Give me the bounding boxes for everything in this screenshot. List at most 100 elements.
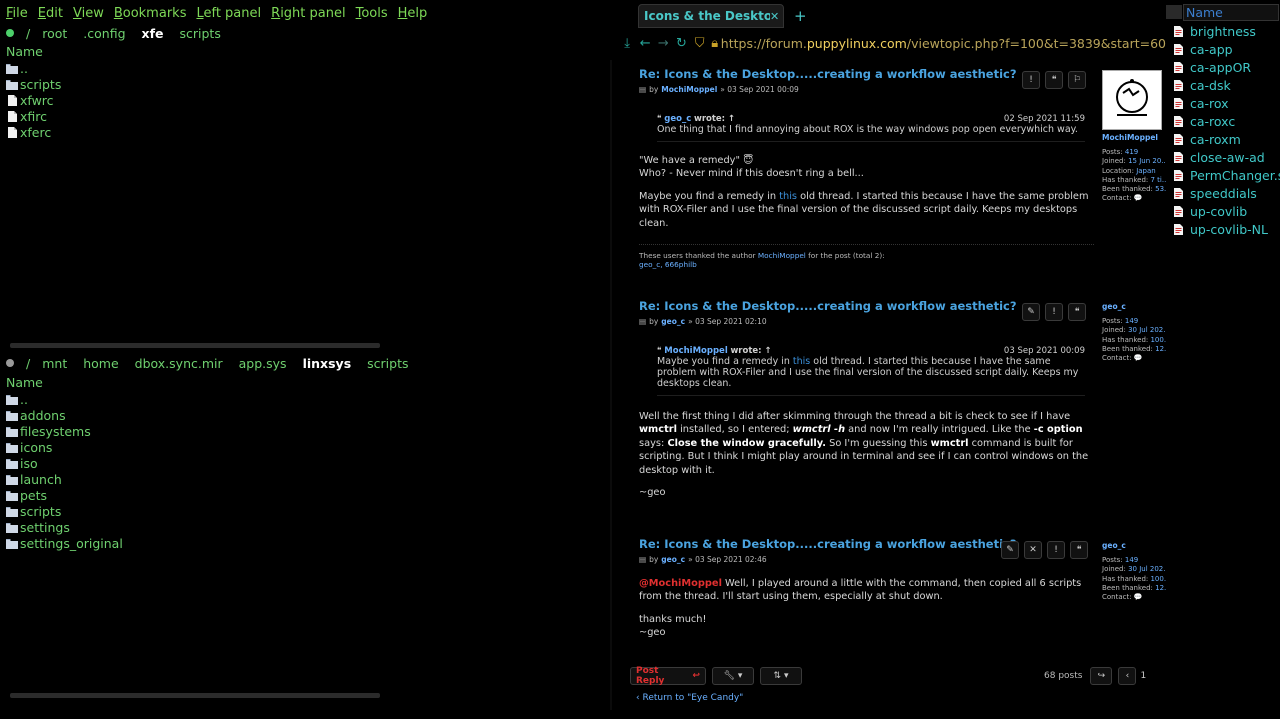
file-list-item[interactable]: ..: [6, 391, 123, 407]
profile-field: Been thanked: 53...: [1102, 185, 1166, 194]
menu-view[interactable]: View: [69, 6, 108, 21]
profile-name[interactable]: MochiMoppel: [1102, 133, 1166, 142]
quote-author[interactable]: geo_c: [664, 114, 691, 124]
forward-icon[interactable]: →: [654, 36, 672, 51]
file-list-item[interactable]: ca-roxm: [1172, 130, 1280, 148]
file-list-item[interactable]: xferc: [6, 124, 61, 140]
prev-page-icon[interactable]: ‹: [1118, 667, 1137, 685]
file-name: PermChanger.sh: [1190, 167, 1280, 183]
file-list-item[interactable]: ca-rox: [1172, 94, 1280, 112]
page-number[interactable]: 1: [1140, 671, 1146, 681]
breadcrumb-item[interactable]: home: [83, 356, 118, 371]
file-list-item[interactable]: PermChanger.sh: [1172, 166, 1280, 184]
report-icon[interactable]: !: [1047, 541, 1065, 559]
file-list-item[interactable]: xfwrc: [6, 92, 61, 108]
file-list-item[interactable]: iso: [6, 455, 123, 471]
file-list-item[interactable]: ca-app: [1172, 40, 1280, 58]
script-file-icon: [1172, 205, 1184, 217]
breadcrumb-item[interactable]: /: [26, 26, 30, 41]
post-author[interactable]: geo_c: [661, 317, 685, 326]
breadcrumb-item[interactable]: mnt: [42, 356, 67, 371]
back-icon[interactable]: ←: [636, 36, 654, 51]
menu-left-panel[interactable]: Left panel: [192, 6, 265, 21]
menu-file[interactable]: File: [2, 6, 32, 21]
delete-icon[interactable]: ✕: [1024, 541, 1042, 559]
breadcrumb-item[interactable]: scripts: [180, 26, 221, 41]
report-icon[interactable]: !: [1022, 71, 1040, 89]
report-icon[interactable]: !: [1045, 303, 1063, 321]
file-list-item[interactable]: pets: [6, 487, 123, 503]
menu-edit[interactable]: Edit: [34, 6, 67, 21]
top-panel-breadcrumb: / root .config xfe scripts: [0, 23, 600, 43]
quote-icon: ❝: [657, 113, 662, 124]
thread-link[interactable]: this: [779, 191, 797, 202]
breadcrumb-item[interactable]: /: [26, 356, 30, 371]
post-reply-button[interactable]: Post Reply ↩: [630, 666, 706, 686]
post-author[interactable]: geo_c: [661, 555, 685, 564]
edit-icon[interactable]: ✎: [1001, 541, 1019, 559]
column-name[interactable]: Name: [1183, 3, 1279, 21]
panel-splitter[interactable]: [610, 60, 612, 710]
reload-icon[interactable]: ↻: [672, 36, 690, 51]
return-link[interactable]: ‹ Return to "Eye Candy": [636, 693, 743, 703]
forum-post: Re: Icons & the Desktop.....creating a w…: [639, 299, 1094, 500]
new-tab-icon[interactable]: +: [794, 7, 807, 25]
quote-button-icon[interactable]: ❝: [1045, 71, 1063, 89]
select-column[interactable]: [1166, 5, 1182, 19]
menu-help[interactable]: Help: [394, 6, 432, 21]
file-list-item[interactable]: ..: [6, 60, 61, 76]
file-list-item[interactable]: close-aw-ad: [1172, 148, 1280, 166]
close-icon[interactable]: ✕: [770, 10, 779, 23]
download-icon[interactable]: ⤓: [618, 36, 636, 51]
breadcrumb-item[interactable]: root: [42, 26, 67, 41]
mention[interactable]: @MochiMoppel: [639, 578, 722, 589]
file-list-item[interactable]: settings_original: [6, 535, 123, 551]
url-bar[interactable]: https://forum.puppylinux.com/viewtopic.p…: [721, 36, 1166, 51]
file-list-item[interactable]: addons: [6, 407, 123, 423]
breadcrumb-item[interactable]: scripts: [367, 356, 408, 371]
thanks-users[interactable]: geo_c, 666philb: [639, 260, 697, 269]
file-list-item[interactable]: scripts: [6, 503, 123, 519]
edit-icon[interactable]: ✎: [1022, 303, 1040, 321]
file-list-item[interactable]: speeddials: [1172, 184, 1280, 202]
sort-dropdown[interactable]: ⇅ ▾: [760, 667, 802, 685]
quote-button-icon[interactable]: ❝: [1068, 303, 1086, 321]
quote-button-icon[interactable]: ❝: [1070, 541, 1088, 559]
post-actions: ✎ ! ❝: [1022, 303, 1086, 321]
jump-icon[interactable]: ↪: [1090, 667, 1113, 685]
shield-icon[interactable]: ⛉: [691, 36, 709, 51]
author-profile: MochiMoppel Posts: 419 Joined: 15 Jun 20.…: [1102, 70, 1166, 203]
menu-bookmarks[interactable]: Bookmarks: [110, 6, 191, 21]
file-list-item[interactable]: settings: [6, 519, 123, 535]
breadcrumb-item[interactable]: linxsys: [303, 356, 352, 371]
tab-icons-desktop[interactable]: Icons & the Desktop..... ✕: [638, 4, 784, 28]
file-list-item[interactable]: up-covlib: [1172, 202, 1280, 220]
breadcrumb-item[interactable]: dbox.sync.mir: [135, 356, 223, 371]
breadcrumb-item[interactable]: xfe: [142, 26, 164, 41]
file-list-item[interactable]: icons: [6, 439, 123, 455]
file-name: icons: [20, 439, 53, 455]
file-list-item[interactable]: filesystems: [6, 423, 123, 439]
file-list-item[interactable]: brightness: [1172, 22, 1280, 40]
top-panel-hscrollbar[interactable]: [10, 343, 380, 348]
file-list-item[interactable]: scripts: [6, 76, 61, 92]
file-list-item[interactable]: ca-dsk: [1172, 76, 1280, 94]
avatar[interactable]: [1102, 70, 1162, 130]
file-list-item[interactable]: launch: [6, 471, 123, 487]
file-list-item[interactable]: up-covlib-NL: [1172, 220, 1280, 238]
breadcrumb-item[interactable]: .config: [83, 26, 125, 41]
top-panel-column-name[interactable]: Name: [6, 44, 43, 59]
file-list-item[interactable]: ca-roxc: [1172, 112, 1280, 130]
profile-field: Joined: 15 Jun 20...: [1102, 157, 1166, 166]
bottom-panel-hscrollbar[interactable]: [10, 693, 380, 698]
file-list-item[interactable]: ca-appOR: [1172, 58, 1280, 76]
dislike-icon[interactable]: ⚐: [1068, 71, 1086, 89]
post-author[interactable]: MochiMoppel: [661, 85, 717, 94]
tools-dropdown[interactable]: 🔧︎ ▾: [712, 667, 754, 685]
breadcrumb-item[interactable]: app.sys: [239, 356, 287, 371]
lock-icon[interactable]: 🔒︎: [709, 36, 721, 51]
menu-tools[interactable]: Tools: [352, 6, 392, 21]
bottom-panel-column-name[interactable]: Name: [6, 375, 43, 390]
file-list-item[interactable]: xfirc: [6, 108, 61, 124]
menu-right-panel[interactable]: Right panel: [267, 6, 349, 21]
